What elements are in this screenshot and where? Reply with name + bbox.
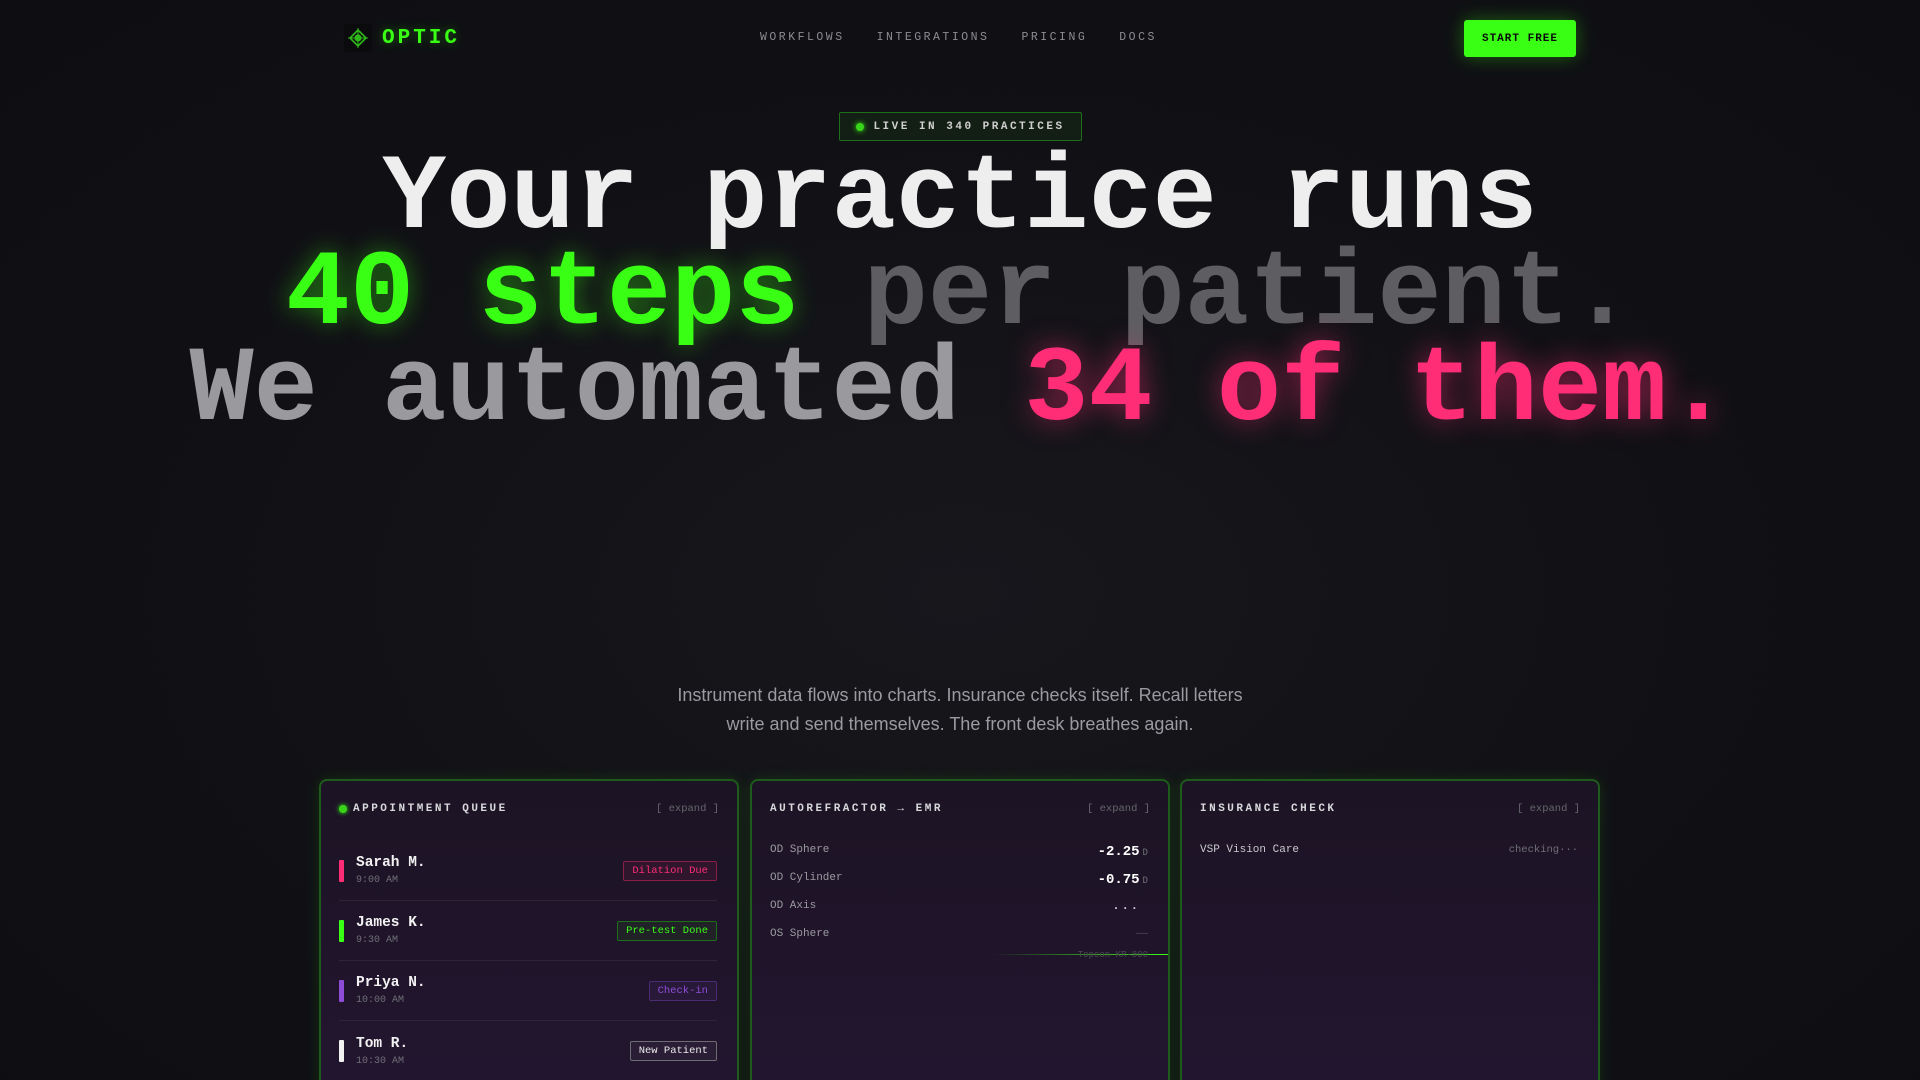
panel-header: INSURANCE CHECK [ expand ] [1200,803,1580,815]
appointment-queue-panel: APPOINTMENT QUEUE [ expand ] Sarah M. 9:… [319,779,739,1080]
refraction-value-wrap: -2.25 D [1098,840,1148,860]
queue-row[interactable]: James K. 9:30 AM Pre-test Done [339,901,717,961]
insurance-row: VSP Vision Care checking··· [1200,836,1578,864]
status-badge: Check-in [648,980,717,1001]
queue-row[interactable]: Priya N. 10:00 AM Check-in [339,961,717,1021]
insurance-carrier: VSP Vision Care [1200,844,1300,856]
refraction-label: OD Axis [770,900,817,912]
nav-link-workflows[interactable]: WORKFLOWS [760,31,845,44]
expand-button[interactable]: [ expand ] [1087,803,1150,815]
appointment-time: 10:00 AM [356,995,405,1006]
device-source: Topcon KR-800 [1077,950,1148,960]
hero-subtitle: Instrument data flows into charts. Insur… [677,685,1243,734]
nav-links: WORKFLOWS INTEGRATIONS PRICING DOCS [760,31,1157,44]
insurance-check-panel: INSURANCE CHECK [ expand ] VSP Vision Ca… [1180,779,1600,1080]
appointment-time: 9:30 AM [356,935,399,946]
queue-row-info: Priya N. 10:00 AM [356,975,426,1006]
patient-name: Tom R. [356,1035,409,1052]
status-bar [339,919,344,942]
panel-header: APPOINTMENT QUEUE [ expand ] [339,803,719,815]
expand-button[interactable]: [ expand ] [1517,803,1580,815]
panel-title-text: AUTOREFRACTOR → EMR [770,803,943,815]
live-badge: LIVE IN 340 PRACTICES [839,112,1082,141]
status-bar [339,859,344,882]
top-nav: OPTIC WORKFLOWS INTEGRATIONS PRICING DOC… [0,0,1920,76]
status-badge: Dilation Due [623,860,717,881]
refraction-label: OS Sphere [770,928,830,940]
patient-name: James K. [356,915,426,931]
nav-link-docs[interactable]: DOCS [1119,31,1157,44]
queue-row[interactable]: Tom R. 10:30 AM New Patient [339,1021,717,1080]
queue-list: Sarah M. 9:00 AM Dilation Due James K. 9… [339,841,717,1080]
autorefractor-panel: AUTOREFRACTOR → EMR [ expand ] OD Sphere… [750,779,1170,1080]
queue-row-info: James K. 9:30 AM [356,915,426,946]
hero-headline: Your practice runs 40 steps per patient.… [0,146,1920,445]
panel-header: AUTOREFRACTOR → EMR [ expand ] [770,803,1150,815]
refraction-unit: D [1142,876,1148,886]
brand-name: OPTIC [382,26,461,50]
refraction-row: OD Cylinder -0.75 D [770,864,1148,892]
live-badge-text: LIVE IN 340 PRACTICES [873,120,1065,133]
queue-row-info: Sarah M. 9:00 AM [356,855,426,886]
refraction-unit: D [1142,848,1148,858]
refraction-value: -0.75 [1097,872,1140,888]
panel-title-text: INSURANCE CHECK [1200,803,1337,815]
headline-highlight-pink: 34 of them. [1024,331,1731,452]
insurance-status: checking··· [1508,844,1578,856]
refraction-row: OD Sphere -2.25 D [770,836,1148,864]
refraction-row: OD Axis ... [770,892,1148,920]
status-bar [339,979,344,1002]
queue-row-info: Tom R. 10:30 AM [356,1036,408,1067]
nav-link-pricing[interactable]: PRICING [1021,31,1087,44]
refraction-list: OD Sphere -2.25 D OD Cylinder -0.75 D OD A… [770,836,1148,948]
status-badge: New Patient [629,1041,717,1061]
start-free-button[interactable]: START FREE [1464,20,1576,57]
queue-row[interactable]: Sarah M. 9:00 AM Dilation Due [339,841,717,901]
patient-name: Priya N. [356,975,426,991]
refraction-row: OS Sphere —— [770,920,1148,948]
refraction-value-wrap: -0.75 D [1098,868,1148,888]
expand-button[interactable]: [ expand ] [656,803,719,815]
appointment-time: 10:30 AM [356,1055,405,1067]
status-badge: Pre-test Done [617,920,717,941]
live-dot-icon [339,805,347,813]
panel-title-text: APPOINTMENT QUEUE [353,803,508,815]
live-dot-icon [856,122,865,131]
status-bar [339,1040,344,1062]
refraction-label: OD Sphere [770,844,830,856]
brand-logo[interactable]: OPTIC [344,24,460,52]
nav-link-integrations[interactable]: INTEGRATIONS [877,31,990,44]
headline-line-3: We automated [189,331,1025,452]
eye-crosshair-icon [344,24,372,52]
refraction-value-empty: —— [1135,928,1148,940]
panel-title: APPOINTMENT QUEUE [339,803,508,815]
appointment-time: 9:00 AM [356,875,399,886]
refraction-value: -2.25 [1097,844,1140,860]
refraction-value-pending: ... [1112,899,1140,913]
patient-name: Sarah M. [356,855,426,871]
refraction-label: OD Cylinder [770,872,843,884]
